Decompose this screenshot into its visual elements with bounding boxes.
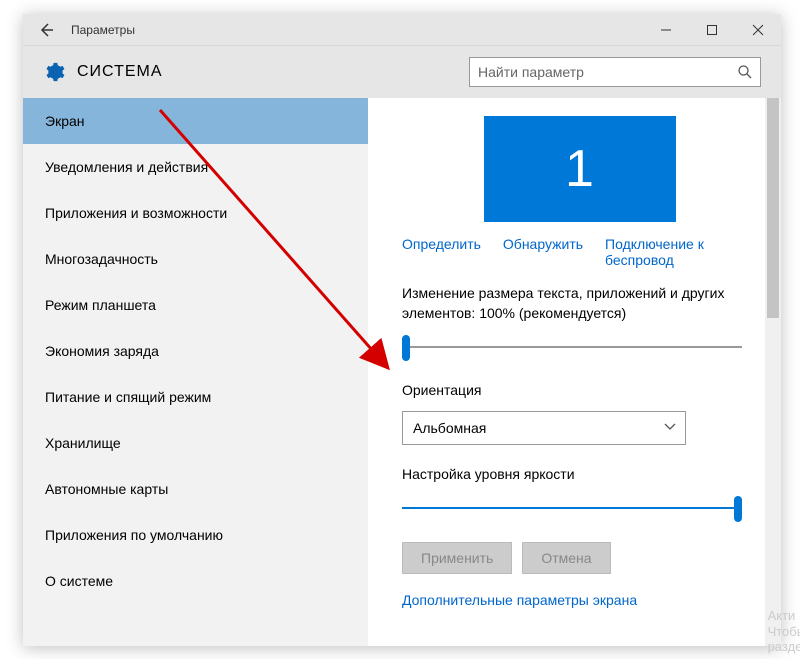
sidebar-item-label: Приложения и возможности (45, 205, 227, 221)
sidebar-item-label: Питание и спящий режим (45, 389, 211, 405)
sidebar: Экран Уведомления и действия Приложения … (23, 98, 368, 646)
search-input[interactable] (469, 57, 761, 87)
sidebar-item-multitasking[interactable]: Многозадачность (23, 236, 368, 282)
sidebar-item-label: Приложения по умолчанию (45, 527, 223, 543)
advanced-display-link[interactable]: Дополнительные параметры экрана (402, 592, 637, 608)
orientation-label: Ориентация (402, 381, 757, 401)
sidebar-item-apps[interactable]: Приложения и возможности (23, 190, 368, 236)
orientation-select-wrap: Альбомная (402, 411, 686, 445)
monitor-id: 1 (565, 139, 594, 199)
monitor-tile[interactable]: 1 (484, 116, 676, 222)
sidebar-item-maps[interactable]: Автономные карты (23, 466, 368, 512)
orientation-value: Альбомная (413, 420, 486, 436)
sidebar-item-label: Хранилище (45, 435, 121, 451)
sidebar-item-display[interactable]: Экран (23, 98, 368, 144)
sidebar-item-label: Многозадачность (45, 251, 158, 267)
sidebar-item-label: Режим планшета (45, 297, 156, 313)
minimize-icon (660, 24, 672, 36)
section-title: СИСТЕМА (77, 63, 163, 81)
arrow-left-icon (37, 21, 55, 39)
titlebar: Параметры (23, 14, 781, 46)
slider-fill (402, 507, 742, 509)
brightness-slider[interactable] (402, 494, 742, 522)
sidebar-item-storage[interactable]: Хранилище (23, 420, 368, 466)
button-label: Применить (421, 550, 493, 566)
sidebar-item-power[interactable]: Питание и спящий режим (23, 374, 368, 420)
maximize-button[interactable] (689, 14, 735, 46)
brightness-label: Настройка уровня яркости (402, 465, 757, 485)
close-button[interactable] (735, 14, 781, 46)
sidebar-item-tablet[interactable]: Режим планшета (23, 282, 368, 328)
display-links: Определить Обнаружить Подключение к бесп… (402, 236, 757, 268)
gear-icon (43, 61, 65, 83)
minimize-button[interactable] (643, 14, 689, 46)
sidebar-item-label: Уведомления и действия (45, 159, 208, 175)
button-label: Отмена (541, 550, 591, 566)
identify-link[interactable]: Определить (402, 236, 481, 268)
wireless-link[interactable]: Подключение к беспровод (605, 236, 757, 268)
detect-link[interactable]: Обнаружить (503, 236, 583, 268)
apply-button[interactable]: Применить (402, 542, 512, 574)
sidebar-item-label: Экран (45, 113, 85, 129)
sidebar-item-default-apps[interactable]: Приложения по умолчанию (23, 512, 368, 558)
slider-thumb[interactable] (734, 496, 742, 522)
body: Экран Уведомления и действия Приложения … (23, 98, 781, 646)
scrollbar-thumb[interactable] (767, 98, 779, 318)
sidebar-item-battery[interactable]: Экономия заряда (23, 328, 368, 374)
search-field-wrap (469, 57, 761, 87)
sidebar-item-notifications[interactable]: Уведомления и действия (23, 144, 368, 190)
maximize-icon (706, 24, 718, 36)
slider-track-bar (402, 346, 742, 348)
slider-thumb[interactable] (402, 335, 410, 361)
content-scrollbar[interactable] (765, 98, 781, 646)
sidebar-item-about[interactable]: О системе (23, 558, 368, 604)
header: СИСТЕМА (23, 46, 781, 98)
back-button[interactable] (23, 14, 69, 46)
monitor-row: 1 (402, 116, 757, 236)
window-title: Параметры (71, 23, 135, 37)
scale-slider[interactable] (402, 333, 742, 361)
orientation-select[interactable]: Альбомная (402, 411, 686, 445)
scale-label: Изменение размера текста, приложений и д… (402, 284, 757, 323)
close-icon (752, 24, 764, 36)
sidebar-item-label: О системе (45, 573, 113, 589)
apply-cancel-row: Применить Отмена (402, 542, 757, 574)
sidebar-item-label: Автономные карты (45, 481, 168, 497)
sidebar-item-label: Экономия заряда (45, 343, 159, 359)
settings-window: Параметры СИСТЕМА Экран Уведомления и де… (23, 14, 781, 646)
cancel-button[interactable]: Отмена (522, 542, 610, 574)
content-panel: 1 Определить Обнаружить Подключение к бе… (368, 98, 781, 646)
window-controls (643, 14, 781, 46)
